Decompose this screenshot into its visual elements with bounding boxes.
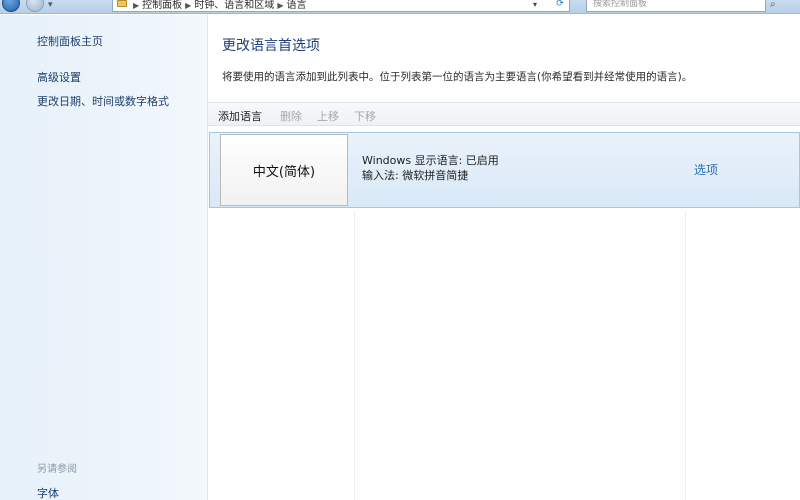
language-details: Windows 显示语言: 已启用 输入法: 微软拼音简捷 bbox=[362, 153, 499, 183]
sidebar-link-fonts[interactable]: 字体 bbox=[37, 485, 59, 500]
breadcrumb-clock-region[interactable]: 时钟、语言和区域 bbox=[194, 0, 274, 11]
back-arrow-icon[interactable] bbox=[2, 0, 20, 12]
move-down-button[interactable]: 下移 bbox=[354, 108, 376, 124]
breadcrumb-separator-icon: ▶ bbox=[277, 1, 284, 10]
search-input[interactable]: 搜索控制面板 bbox=[586, 0, 766, 12]
sidebar-link-date-time-format[interactable]: 更改日期、时间或数字格式 bbox=[37, 93, 169, 109]
breadcrumb-separator-icon: ▶ bbox=[185, 1, 192, 10]
forward-arrow-icon[interactable] bbox=[26, 0, 44, 12]
list-column-divider bbox=[354, 211, 355, 500]
input-method-label: 输入法: 微软拼音简捷 bbox=[362, 169, 469, 182]
language-tile[interactable]: 中文(简体) bbox=[220, 134, 348, 206]
language-list-row[interactable]: 中文(简体) Windows 显示语言: 已启用 输入法: 微软拼音简捷 选项 bbox=[209, 132, 800, 208]
sidebar-link-advanced-settings[interactable]: 高级设置 bbox=[37, 69, 81, 85]
language-toolbar: 添加语言 删除 上移 下移 bbox=[208, 102, 800, 126]
display-language-status: Windows 显示语言: 已启用 bbox=[362, 154, 499, 167]
move-up-button[interactable]: 上移 bbox=[317, 108, 339, 124]
main-content: 更改语言首选项 将要使用的语言添加到此列表中。位于列表第一位的语言为主要语言(你… bbox=[208, 15, 800, 500]
breadcrumb-separator-icon: ▶ bbox=[133, 1, 140, 10]
remove-language-button[interactable]: 删除 bbox=[280, 108, 302, 124]
search-icon[interactable]: ⌕ bbox=[770, 0, 776, 10]
sidebar-see-also-heading: 另请参阅 bbox=[37, 464, 77, 475]
page-title: 更改语言首选项 bbox=[222, 38, 320, 54]
sidebar-link-control-panel-home[interactable]: 控制面板主页 bbox=[37, 33, 103, 49]
page-description: 将要使用的语言添加到此列表中。位于列表第一位的语言为主要语言(你希望看到并经常使… bbox=[222, 71, 693, 83]
list-column-divider bbox=[685, 211, 686, 500]
control-panel-icon bbox=[117, 0, 127, 7]
address-toolbar: ▾ ▶ 控制面板 ▶ 时钟、语言和区域 ▶ 语言 ▾ ⟳ 搜索控制面板 ⌕ bbox=[0, 0, 800, 14]
add-language-button[interactable]: 添加语言 bbox=[218, 108, 262, 124]
sidebar: 控制面板主页 高级设置 更改日期、时间或数字格式 另请参阅 字体 bbox=[0, 15, 208, 500]
refresh-icon[interactable]: ⟳ bbox=[552, 0, 568, 11]
breadcrumb-control-panel[interactable]: 控制面板 bbox=[142, 0, 182, 11]
recent-pages-chevron-down-icon[interactable]: ▾ bbox=[48, 0, 53, 10]
address-bar[interactable]: ▶ 控制面板 ▶ 时钟、语言和区域 ▶ 语言 bbox=[112, 0, 570, 12]
breadcrumb-language[interactable]: 语言 bbox=[286, 0, 306, 11]
language-options-link[interactable]: 选项 bbox=[694, 161, 718, 178]
address-chevron-down-icon[interactable]: ▾ bbox=[533, 0, 537, 9]
